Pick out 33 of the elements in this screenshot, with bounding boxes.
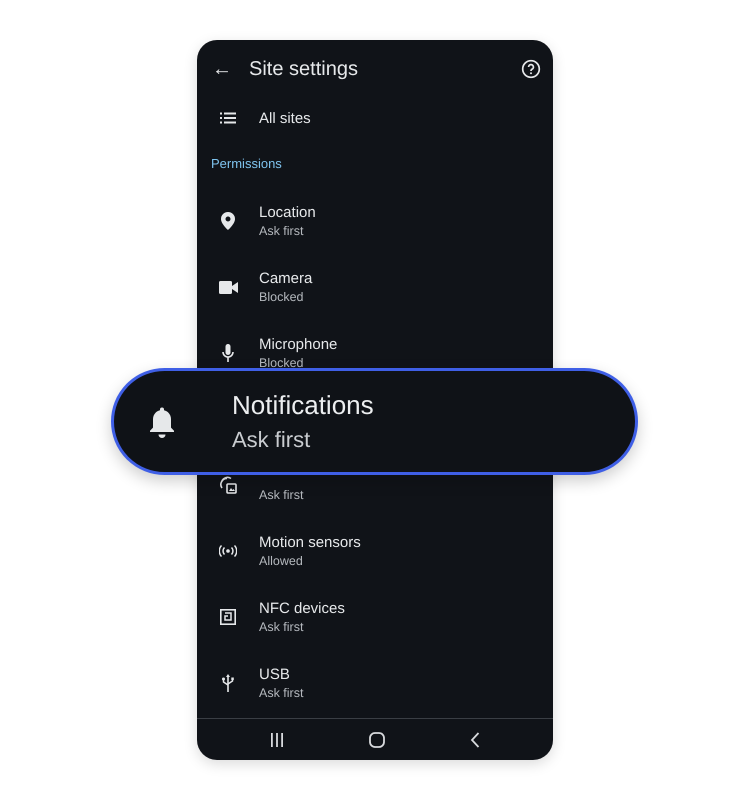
list-icon	[220, 112, 236, 124]
video-camera-icon	[218, 280, 238, 294]
permission-status: Allowed	[259, 554, 304, 568]
nfc-icon	[220, 609, 236, 625]
bell-icon	[148, 406, 176, 438]
permission-title[interactable]: Motion sensors	[259, 534, 361, 551]
back-icon[interactable]	[470, 732, 480, 748]
section-header: Permissions	[210, 155, 283, 173]
permission-status: Ask first	[259, 686, 304, 700]
all-sites-item[interactable]: All sites	[259, 110, 311, 126]
permission-title[interactable]: USB	[259, 666, 304, 683]
permission-title[interactable]: Location	[259, 204, 316, 221]
usb-icon	[222, 674, 234, 692]
callout-status: Ask first	[232, 427, 312, 453]
screen-title: Site settings	[249, 58, 359, 80]
home-icon[interactable]	[368, 732, 385, 748]
permission-status: Ask first	[259, 224, 304, 238]
permission-status: Ask first	[259, 620, 304, 634]
location-pin-icon	[221, 212, 235, 230]
notifications-callout[interactable]: Notifications Ask first	[111, 368, 638, 475]
permission-title[interactable]: Camera	[259, 270, 312, 287]
recent-apps-icon[interactable]	[270, 732, 284, 746]
help-icon[interactable]	[521, 59, 541, 79]
microphone-icon	[222, 344, 234, 362]
permission-status: Blocked	[259, 356, 304, 370]
callout-title: Notifications	[232, 390, 374, 421]
permission-title[interactable]: Microphone	[259, 336, 338, 353]
signal-waves-icon	[219, 545, 237, 557]
permission-title[interactable]: NFC devices	[259, 600, 345, 617]
embedded-image-icon	[219, 476, 237, 494]
back-button[interactable]: ←	[212, 58, 249, 80]
permission-status: Blocked	[259, 290, 304, 304]
permission-status: Ask first	[259, 488, 304, 502]
